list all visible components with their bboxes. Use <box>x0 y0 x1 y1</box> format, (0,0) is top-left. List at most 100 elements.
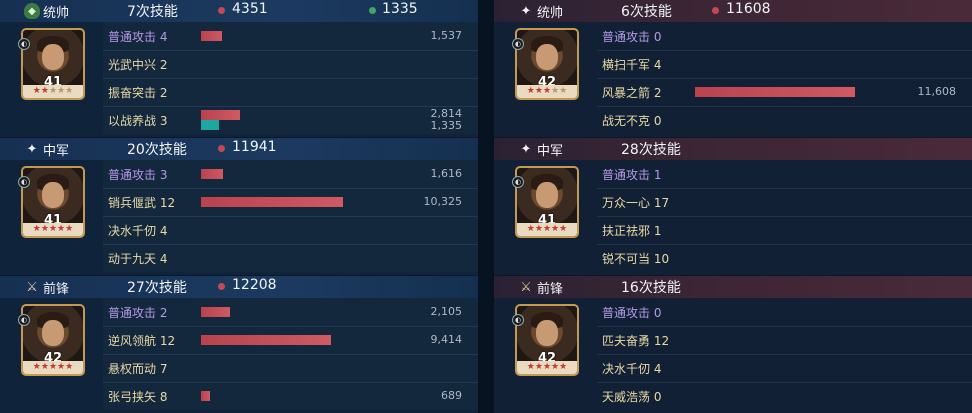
skill-row[interactable]: 万众一心 17 <box>597 188 972 216</box>
skill-name: 匹夫奋勇 12 <box>602 332 669 349</box>
hero-face <box>42 182 64 208</box>
skill-name: 风暴之箭 2 <box>602 84 661 101</box>
sparkle-icon: ✦ <box>520 141 532 157</box>
skill-row[interactable]: 横扫千军 4 <box>597 50 972 78</box>
skill-name-text: 动于九天 <box>108 252 157 266</box>
hero-portrait[interactable]: 41 ★★★★★ <box>515 166 579 238</box>
skill-row[interactable]: 振奋突击 2 <box>103 78 478 106</box>
hero-portrait[interactable]: 41 ★★★★★ <box>21 166 85 238</box>
skill-cast-count: 4 <box>653 58 662 72</box>
skill-cast-count: 4 <box>653 362 662 376</box>
star-icon: ★ <box>559 86 568 96</box>
skill-name: 普通攻击 1 <box>602 166 661 183</box>
damage-bar <box>201 169 223 179</box>
skill-row[interactable]: 普通攻击 1 <box>597 160 972 188</box>
hero-portrait[interactable]: 42 ★★★★★ <box>21 304 85 376</box>
heal-value: 1,335 <box>430 119 463 132</box>
skill-cast-count: 2 <box>159 306 168 320</box>
skill-name-text: 普通攻击 <box>602 306 651 320</box>
skill-row[interactable]: 风暴之箭 2 11,608 <box>597 78 972 106</box>
skill-cast-count: 17 <box>653 196 670 210</box>
skill-name-text: 风暴之箭 <box>602 86 651 100</box>
unit-card[interactable]: ⚔ 前锋 16次技能 42 ★★★★★ ◐ 普通攻击 0 匹夫奋勇 12 决水千仞 4 天威浩荡 … <box>494 276 972 413</box>
unit-card[interactable]: ◆ 统帅 7次技能 4351 1335 41 ★★★★★ ◐ 普通攻击 4 1,537 光武中兴 2… <box>0 0 478 137</box>
faction-badge-icon: ◐ <box>512 314 524 326</box>
hero-portrait[interactable]: 42 ★★★★★ <box>515 304 579 376</box>
unit-card[interactable]: ✦ 中军 20次技能 11941 41 ★★★★★ ◐ 普通攻击 3 1,616 销兵偃武 12 1… <box>0 138 478 275</box>
hero-portrait[interactable]: 42 ★★★★★ <box>515 28 579 100</box>
skill-row[interactable]: 决水千仞 4 <box>103 216 478 244</box>
skill-row[interactable]: 战无不克 0 <box>597 106 972 134</box>
skill-name: 普通攻击 3 <box>108 166 167 183</box>
skill-row[interactable]: 匹夫奋勇 12 <box>597 326 972 354</box>
unit-body: 41 ★★★★★ ◐ 普通攻击 4 1,537 光武中兴 2 振奋突击 2 以战养战 3 2,8… <box>0 22 478 137</box>
damage-dot-icon <box>218 7 225 14</box>
skill-row[interactable]: 普通攻击 0 <box>597 22 972 50</box>
skill-name-text: 万众一心 <box>602 196 651 210</box>
star-icon: ★ <box>40 362 49 372</box>
unit-header: ✦ 中军 28次技能 <box>494 138 972 160</box>
skill-row[interactable]: 张弓挟矢 8 689 <box>103 382 478 410</box>
skill-count: 16次技能 <box>621 280 681 296</box>
unit-card[interactable]: ✦ 中军 28次技能 41 ★★★★★ ◐ 普通攻击 1 万众一心 17 扶正祛邪 1 锐不可当 … <box>494 138 972 275</box>
skill-cast-count: 12 <box>653 334 670 348</box>
skill-cast-count: 1 <box>653 168 662 182</box>
skill-row[interactable]: 以战养战 3 2,814 1,335 <box>103 106 478 134</box>
skill-cast-count: 12 <box>159 334 176 348</box>
star-icon: ★ <box>57 362 66 372</box>
damage-dot-icon <box>712 7 719 14</box>
unit-header: ✦ 中军 20次技能 11941 <box>0 138 478 160</box>
skill-row[interactable]: 光武中兴 2 <box>103 50 478 78</box>
star-icon: ★ <box>32 86 41 96</box>
damage-value: 1,616 <box>430 167 463 180</box>
unit-body: 42 ★★★★★ ◐ 普通攻击 0 匹夫奋勇 12 决水千仞 4 天威浩荡 0 <box>494 298 972 413</box>
skill-row[interactable]: 天威浩荡 0 <box>597 382 972 410</box>
skill-name-text: 锐不可当 <box>602 252 651 266</box>
skill-row[interactable]: 决水千仞 4 <box>597 354 972 382</box>
unit-header: ✦ 统帅 6次技能 11608 <box>494 0 972 22</box>
skill-cast-count: 8 <box>159 390 168 404</box>
star-icon: ★ <box>534 362 543 372</box>
skill-count: 27次技能 <box>127 280 187 296</box>
skill-name: 张弓挟矢 8 <box>108 388 167 405</box>
star-icon: ★ <box>551 86 560 96</box>
skill-row[interactable]: 普通攻击 2 2,105 <box>103 298 478 326</box>
unit-body: 42 ★★★★★ ◐ 普通攻击 2 2,105 逆风领航 12 9,414 悬权而动 7 张弓挟… <box>0 298 478 413</box>
damage-value: 11,608 <box>917 85 957 98</box>
unit-card[interactable]: ✦ 统帅 6次技能 11608 42 ★★★★★ ◐ 普通攻击 0 横扫千军 4 风暴之箭 2 11… <box>494 0 972 137</box>
skill-row[interactable]: 动于九天 4 <box>103 244 478 272</box>
skill-name: 战无不克 0 <box>602 112 661 129</box>
star-icon: ★ <box>526 362 535 372</box>
unit-header: ⚔ 前锋 16次技能 <box>494 276 972 298</box>
sparkle-icon: ✦ <box>26 141 38 157</box>
role-label: 统帅 <box>43 6 70 21</box>
skill-row[interactable]: 普通攻击 0 <box>597 298 972 326</box>
skill-cast-count: 0 <box>653 306 662 320</box>
skill-row[interactable]: 普通攻击 4 1,537 <box>103 22 478 50</box>
skill-name-text: 战无不克 <box>602 114 651 128</box>
skill-name: 光武中兴 2 <box>108 56 167 73</box>
unit-card[interactable]: ⚔ 前锋 27次技能 12208 42 ★★★★★ ◐ 普通攻击 2 2,105 逆风领航 12 9… <box>0 276 478 413</box>
sparkle-icon: ✦ <box>520 3 532 19</box>
skill-row[interactable]: 销兵偃武 12 10,325 <box>103 188 478 216</box>
skill-row[interactable]: 扶正祛邪 1 <box>597 216 972 244</box>
skill-count: 7次技能 <box>127 4 178 20</box>
skill-cast-count: 2 <box>159 58 168 72</box>
star-icon: ★ <box>526 224 535 234</box>
skill-name: 悬权而动 7 <box>108 360 167 377</box>
skill-row[interactable]: 锐不可当 10 <box>597 244 972 272</box>
unit-header: ◆ 统帅 7次技能 4351 1335 <box>0 0 478 22</box>
skill-cast-count: 0 <box>653 30 662 44</box>
hero-portrait[interactable]: 41 ★★★★★ <box>21 28 85 100</box>
skill-row[interactable]: 悬权而动 7 <box>103 354 478 382</box>
skill-row[interactable]: 逆风领航 12 9,414 <box>103 326 478 354</box>
star-rating: ★★★★★ <box>517 223 577 236</box>
skill-name: 普通攻击 2 <box>108 304 167 321</box>
skill-name: 扶正祛邪 1 <box>602 222 661 239</box>
skill-name-text: 悬权而动 <box>108 362 157 376</box>
star-icon: ★ <box>534 86 543 96</box>
sword-icon: ⚔ <box>26 279 38 295</box>
skill-name-text: 普通攻击 <box>108 306 157 320</box>
skill-row[interactable]: 普通攻击 3 1,616 <box>103 160 478 188</box>
damage-bar <box>201 31 222 41</box>
